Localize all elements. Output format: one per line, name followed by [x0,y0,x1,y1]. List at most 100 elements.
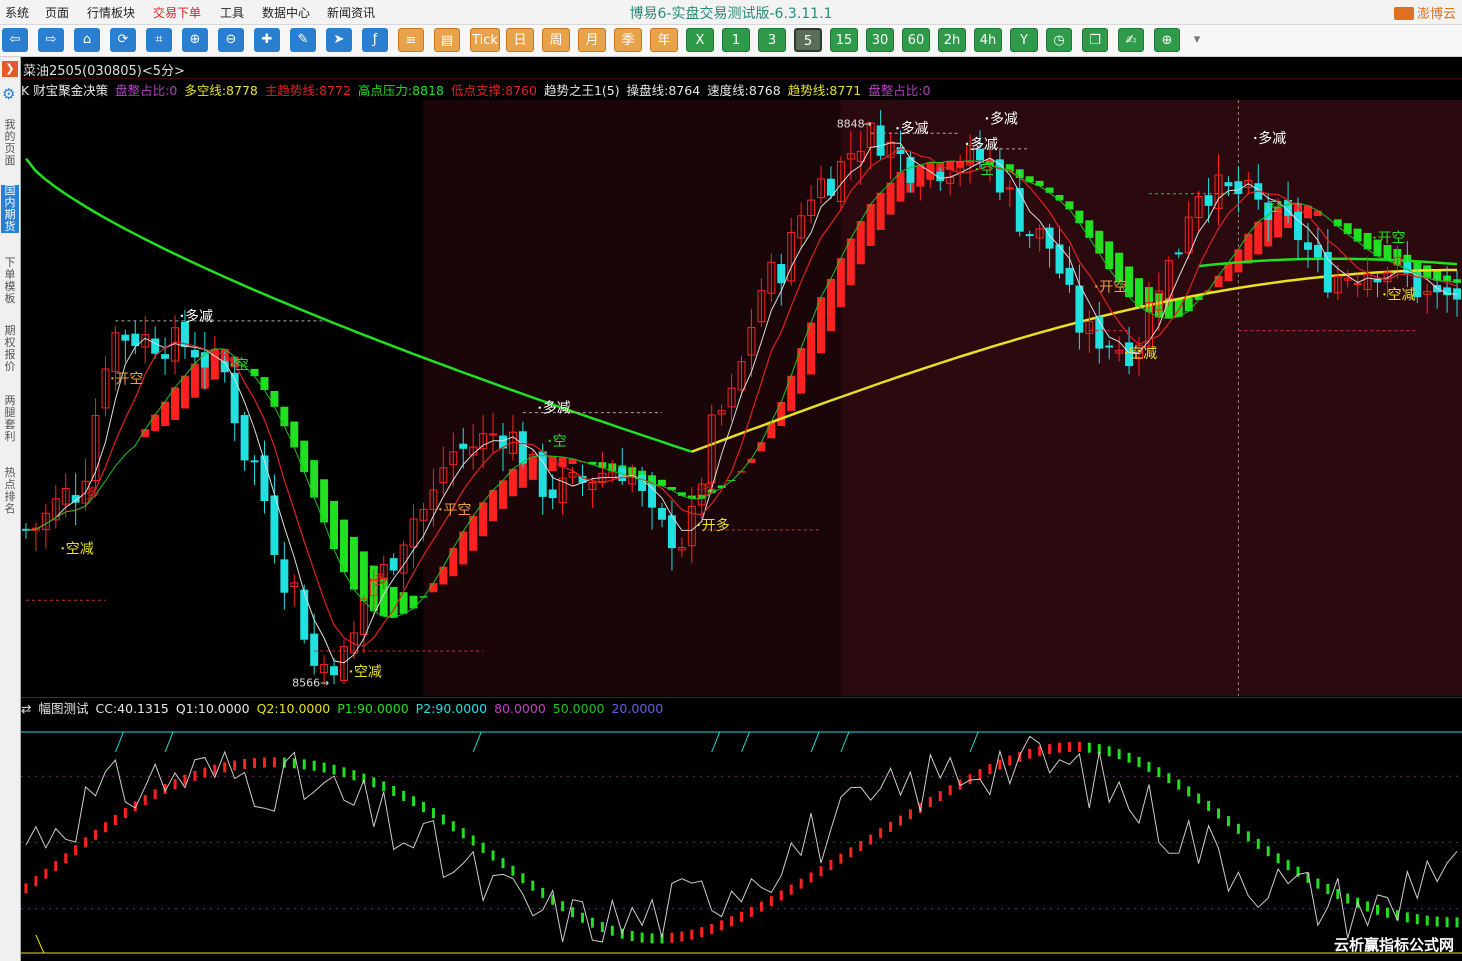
zone-bg [423,100,841,696]
sidebar-item-0[interactable]: 我的页面 [1,119,19,167]
menu-item[interactable]: 行情板块 [87,4,135,21]
osc-dot [74,845,78,856]
osc-dot [103,822,107,833]
oscillator-chart[interactable] [21,720,1462,961]
osc-dot [193,770,197,781]
sidebar-item-1[interactable]: 国内期货 [1,185,19,233]
period-2h-button[interactable]: 2h [938,28,966,52]
osc-dot [223,762,227,773]
osc-dot [1435,916,1439,927]
osc-dot [610,925,614,936]
formula-icon[interactable]: ƒ [362,28,388,52]
osc-dot [759,901,763,912]
gear-icon[interactable]: ⚙ [2,85,15,103]
indicator-value: 高点压力:8818 [357,83,444,98]
indicator-value: 趋势之王1(5) [543,83,620,98]
osc-dot [1256,838,1260,849]
osc-dot [1048,744,1052,755]
osc-dot [1137,756,1141,767]
period-15-button[interactable]: 15 [830,28,858,52]
period-日-button[interactable]: 日 [506,28,534,52]
signal-dot [180,314,184,318]
menu-item[interactable]: 页面 [45,4,69,21]
osc-dot [1127,752,1131,763]
signal-label: 多减 [970,136,998,153]
menu-bar: 博易6-实盘交易测试版-6.3.11.1 澎博云 系统 页面 行情板块 交易下单 工具数… [0,0,1462,25]
period-5-button[interactable]: 5 [794,28,822,52]
osc-dot [730,916,734,927]
indicator-value: 低点支撑:8760 [450,83,537,98]
osc-dot [342,767,346,778]
sidebar-item-4[interactable]: 两腿套利 [1,395,19,443]
window-icon[interactable]: ❐ [1082,28,1108,52]
period-1-button[interactable]: 1 [722,28,750,52]
osc-dot [113,814,117,825]
candlestick-chart[interactable]: 8848→8566 →多减多减多减多减多减 多减空减空减空减空减开多开空开空开空平空… [21,100,1462,696]
switch-icon[interactable]: ⇄ [21,701,31,716]
chart-icon[interactable]: ▤ [434,28,460,52]
edit-icon[interactable]: ✍ [1118,28,1144,52]
period-Y-button[interactable]: Y [1010,28,1038,52]
add-circle-icon[interactable]: ⊕ [1154,28,1180,52]
high-price-label: 8848 [837,117,865,130]
period-60-button[interactable]: 60 [902,28,930,52]
osc-dot [501,858,505,869]
candle-body [240,415,249,461]
signal-dot [1254,136,1257,140]
menu-item[interactable]: 新闻资讯 [327,4,375,21]
period-X-button[interactable]: X [686,28,714,52]
forward-icon[interactable]: ⇨ [38,28,64,52]
candle-body [121,334,130,341]
signal-label: 多 [374,572,388,589]
menu-item[interactable]: 交易下单 [153,4,201,21]
osc-dot [521,873,525,884]
osc-dot [859,840,863,851]
osc-dot [1445,917,1449,928]
candle-body [1323,251,1332,293]
osc-dot [710,923,714,934]
osc-dot [203,767,207,778]
select-icon[interactable]: ➤ [326,28,352,52]
period-4h-button[interactable]: 4h [974,28,1002,52]
menu-item[interactable]: 数据中心 [262,4,310,21]
zoom-out-icon[interactable]: ⊖ [218,28,244,52]
candle-body [906,157,915,183]
clock-icon[interactable]: ◷ [1046,28,1072,52]
candle-body [658,508,666,520]
collapse-arrow-icon[interactable]: ❯ [2,61,18,77]
home-icon[interactable]: ⌂ [74,28,100,52]
period-月-button[interactable]: 月 [578,28,606,52]
cross-cursor-icon[interactable]: ✚ [254,28,280,52]
refresh-icon[interactable]: ⟳ [110,28,136,52]
period-Tick-button[interactable]: Tick [470,28,500,52]
osc-dot [680,931,684,942]
osc-dot [670,932,674,943]
osc-dot [213,764,217,775]
osc-dot [849,847,853,858]
indicator-value: 20.0000 [611,701,664,716]
period-年-button[interactable]: 年 [650,28,678,52]
list-icon[interactable]: ≡ [398,28,424,52]
menu-item[interactable]: 工具 [220,4,244,21]
crop-icon[interactable]: ⌗ [146,28,172,52]
osc-dot [332,764,336,775]
period-3-button[interactable]: 3 [758,28,786,52]
candle-body [826,178,835,196]
sidebar-item-5[interactable]: 热点排名 [1,467,19,515]
pen-icon[interactable]: ✎ [290,28,316,52]
period-周-button[interactable]: 周 [542,28,570,52]
dropdown-icon[interactable]: ▾ [1190,28,1204,52]
back-icon[interactable]: ⇦ [2,28,28,52]
period-季-button[interactable]: 季 [614,28,642,52]
zoom-in-icon[interactable]: ⊕ [182,28,208,52]
period-30-button[interactable]: 30 [866,28,894,52]
candle-body [230,372,239,424]
osc-dot [312,760,316,771]
brand: 澎博云 [1393,3,1456,22]
sidebar-item-2[interactable]: 下单模板 [1,257,19,305]
osc-dot [1008,755,1012,766]
osc-dot [640,932,644,943]
osc-dot [690,929,694,940]
sidebar-item-3[interactable]: 期权报价 [1,325,19,373]
menu-item[interactable]: 系统 [5,4,29,21]
